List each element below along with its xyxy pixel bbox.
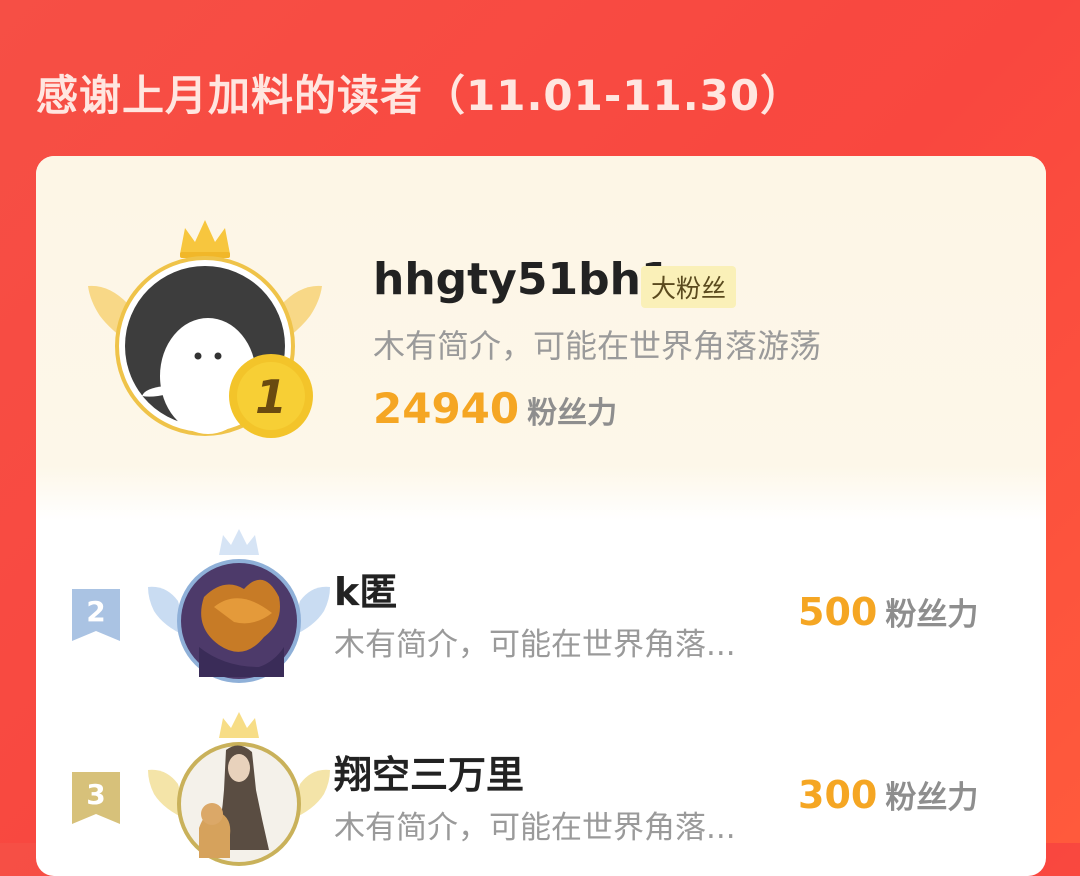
rank-2-label: 2	[86, 595, 105, 628]
reader-3-avatar	[148, 712, 330, 866]
fan-level-badge: 大粉丝	[641, 266, 737, 308]
list-item[interactable]: 3 翔空三万里 木有简介，可能在世界角落... 300 粉丝力	[36, 704, 1046, 874]
page-title: 感谢上月加料的读者（11.01-11.30）	[36, 71, 804, 120]
top-reader-avatar-frame[interactable]: 1	[80, 216, 330, 450]
list-item[interactable]: 2 k匿 木有简介，可能在世界角落... 500 粉丝力	[36, 521, 1046, 691]
rank-2-flag-icon: 2	[72, 589, 120, 641]
top-reader-bio: 木有简介，可能在世界角落游荡	[373, 327, 822, 365]
rank-1-label: 1	[255, 370, 287, 424]
top-reader-score: 24940 粉丝力	[373, 384, 617, 433]
rank-3-label: 3	[86, 778, 105, 811]
reader-2-score: 500 粉丝力	[798, 589, 978, 634]
rank-1-medal-icon: 1	[229, 354, 313, 438]
reader-3-score-value: 300	[798, 773, 878, 817]
reader-2-bio: 木有简介，可能在世界角落...	[334, 627, 736, 663]
reader-2-avatar-frame[interactable]	[144, 527, 334, 691]
rank-3-flag-icon: 3	[72, 772, 120, 824]
reader-2-score-value: 500	[798, 590, 878, 634]
reader-3-score-unit: 粉丝力	[885, 780, 979, 816]
reader-2-score-unit: 粉丝力	[885, 597, 979, 633]
reader-2-avatar	[148, 529, 330, 683]
top-reader-name[interactable]: hhgty51bh1	[373, 254, 672, 305]
reader-3-avatar-frame[interactable]	[144, 710, 334, 874]
reader-2-name[interactable]: k匿	[334, 561, 397, 616]
top-reader-section[interactable]: 1 hhgty51bh1 大粉丝 木有简介，可能在世界角落游荡 24940 粉丝力	[36, 156, 1046, 521]
top-reader-score-unit: 粉丝力	[527, 396, 618, 431]
reader-card: 1 hhgty51bh1 大粉丝 木有简介，可能在世界角落游荡 24940 粉丝力…	[36, 156, 1046, 876]
reader-3-bio: 木有简介，可能在世界角落...	[334, 810, 736, 846]
reader-3-score: 300 粉丝力	[798, 772, 978, 817]
reader-3-name[interactable]: 翔空三万里	[334, 744, 524, 799]
top-reader-score-value: 24940	[373, 384, 520, 433]
